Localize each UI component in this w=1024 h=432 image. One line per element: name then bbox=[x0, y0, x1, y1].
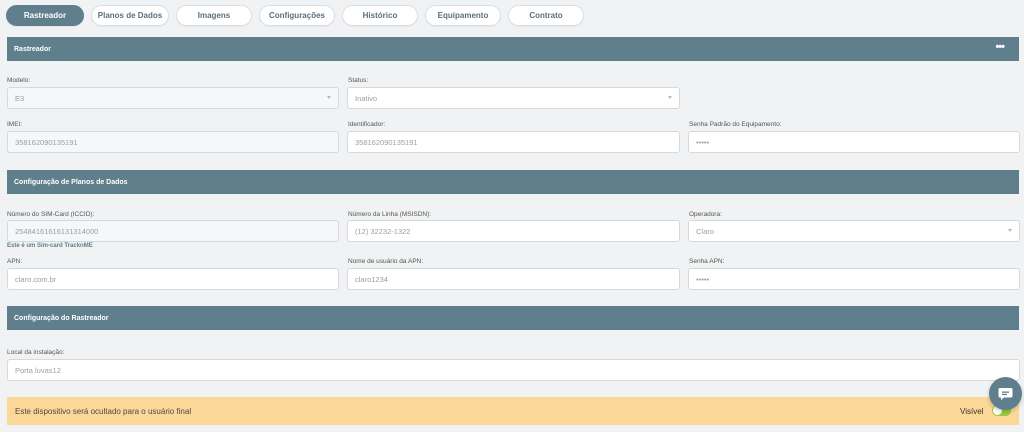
apn-password-input[interactable]: ••••• bbox=[688, 268, 1020, 290]
model-value: E3 bbox=[15, 93, 25, 103]
status-value: Inativo bbox=[355, 93, 378, 103]
apn-password-label: Senha APN: bbox=[689, 258, 725, 265]
status-select[interactable]: Inativo bbox=[347, 87, 680, 109]
tab-equipamento[interactable]: Equipamento bbox=[425, 5, 501, 26]
visible-toggle-label: Visível bbox=[960, 407, 984, 416]
section-header-planos-de-dados: Configuração de Planos de Dados bbox=[7, 170, 1019, 194]
imei-label: IMEI: bbox=[7, 121, 23, 128]
install-location-input[interactable]: Porta luvas12 bbox=[7, 359, 1020, 381]
imei-input[interactable]: 358162090135191 bbox=[7, 131, 339, 153]
apn-user-value: claro1234 bbox=[355, 274, 388, 284]
section-title: Configuração do Rastreador bbox=[14, 314, 109, 322]
carrier-value: Claro bbox=[696, 226, 714, 236]
sim-card-hint: Este é um Sim-card TracknME bbox=[7, 243, 93, 249]
sim-card-value: 25484161616131314000 bbox=[15, 226, 99, 236]
carrier-label: Operadora: bbox=[689, 211, 722, 218]
line-number-input[interactable]: (12) 32232-1322 bbox=[347, 220, 680, 242]
chevron-down-icon bbox=[1008, 229, 1012, 232]
tab-rastreador[interactable]: Rastreador bbox=[6, 5, 84, 26]
carrier-select[interactable]: Claro bbox=[688, 220, 1020, 242]
tab-configuracoes[interactable]: Configurações bbox=[259, 5, 335, 26]
tab-contrato[interactable]: Contrato bbox=[508, 5, 584, 26]
section-title: Rastreador bbox=[14, 45, 51, 53]
identifier-value: 358162090135191 bbox=[355, 137, 418, 147]
apn-user-input[interactable]: claro1234 bbox=[347, 268, 680, 290]
status-label: Status: bbox=[348, 77, 369, 84]
chat-icon bbox=[998, 387, 1013, 400]
apn-label: APN: bbox=[7, 258, 23, 265]
imei-value: 358162090135191 bbox=[15, 137, 78, 147]
tab-historico[interactable]: Histórico bbox=[342, 5, 418, 26]
model-label: Modelo: bbox=[7, 77, 31, 84]
default-password-label: Senha Padrão do Equipamento: bbox=[689, 121, 782, 128]
chevron-down-icon bbox=[668, 96, 672, 99]
apn-password-value: ••••• bbox=[696, 274, 710, 284]
chat-button[interactable] bbox=[989, 377, 1022, 410]
section-header-rastreador: Rastreador ••• bbox=[7, 37, 1019, 61]
section-header-configuracao-rastreador: Configuração do Rastreador bbox=[7, 306, 1019, 330]
hidden-device-banner: Este dispositivo será ocultado para o us… bbox=[7, 397, 1019, 425]
default-password-input[interactable]: ••••• bbox=[688, 131, 1020, 153]
apn-input[interactable]: claro.com.br bbox=[7, 268, 339, 290]
banner-message: Este dispositivo será ocultado para o us… bbox=[15, 406, 192, 416]
tab-imagens[interactable]: Imagens bbox=[176, 5, 252, 26]
tab-planos-de-dados[interactable]: Planos de Dados bbox=[91, 5, 169, 26]
line-number-value: (12) 32232-1322 bbox=[355, 226, 411, 236]
default-password-value: ••••• bbox=[696, 137, 710, 147]
sim-card-label: Número do SIM-Card (ICCID): bbox=[7, 211, 95, 218]
more-horizontal-icon[interactable]: ••• bbox=[995, 42, 1005, 53]
identifier-input[interactable]: 358162090135191 bbox=[347, 131, 680, 153]
sim-card-input[interactable]: 25484161616131314000 bbox=[7, 220, 339, 242]
apn-user-label: Nome de usuário da APN: bbox=[348, 258, 424, 265]
identifier-label: Identificador: bbox=[348, 121, 386, 128]
chevron-down-icon bbox=[327, 96, 331, 99]
apn-value: claro.com.br bbox=[15, 274, 57, 284]
install-location-label: Local da instalação: bbox=[7, 349, 65, 356]
install-location-value: Porta luvas12 bbox=[15, 365, 61, 375]
tab-bar: Rastreador Planos de Dados Imagens Confi… bbox=[6, 5, 584, 26]
model-select[interactable]: E3 bbox=[7, 87, 339, 109]
line-number-label: Número da Linha (MSISDN): bbox=[348, 211, 432, 218]
section-title: Configuração de Planos de Dados bbox=[14, 178, 128, 186]
